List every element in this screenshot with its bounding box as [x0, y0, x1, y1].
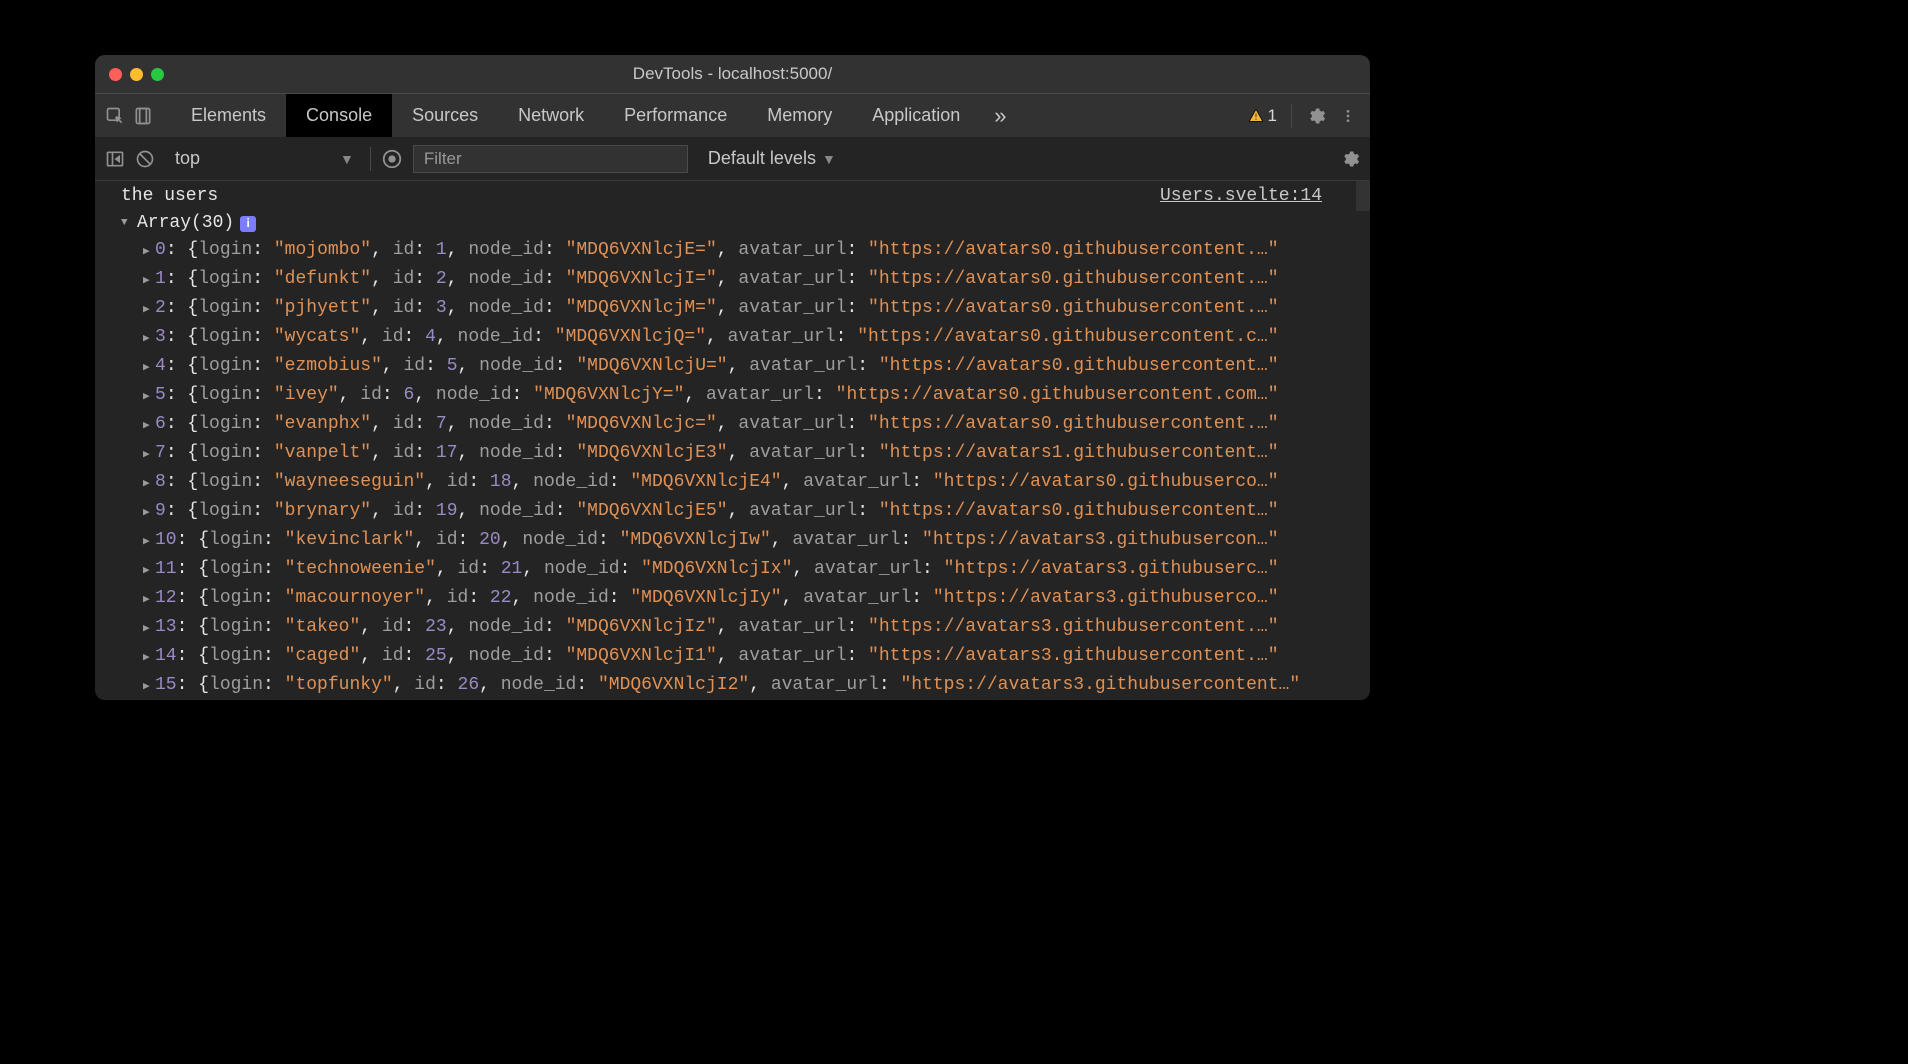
- array-row[interactable]: ▶3: {login: "wycats", id: 4, node_id: "M…: [143, 324, 1370, 353]
- warning-icon: [1248, 108, 1264, 124]
- log-levels-select[interactable]: Default levels ▼: [698, 148, 836, 169]
- divider: [370, 147, 371, 171]
- disclosure-triangle-icon[interactable]: ▶: [143, 471, 153, 498]
- disclosure-triangle-icon[interactable]: ▶: [143, 529, 153, 556]
- disclosure-triangle-icon[interactable]: ▶: [143, 297, 153, 324]
- tab-performance[interactable]: Performance: [604, 94, 747, 137]
- warnings-badge[interactable]: 1: [1248, 106, 1277, 126]
- context-select[interactable]: top ▼: [165, 148, 360, 169]
- tab-network[interactable]: Network: [498, 94, 604, 137]
- disclosure-triangle-icon[interactable]: ▶: [143, 355, 153, 382]
- disclosure-triangle-icon[interactable]: ▶: [143, 674, 153, 700]
- tab-application[interactable]: Application: [852, 94, 980, 137]
- console-settings-icon[interactable]: [1340, 149, 1370, 169]
- filter-input[interactable]: [413, 145, 688, 173]
- settings-icon[interactable]: [1306, 106, 1326, 126]
- array-row[interactable]: ▶2: {login: "pjhyett", id: 3, node_id: "…: [143, 295, 1370, 324]
- window-title: DevTools - localhost:5000/: [95, 64, 1370, 84]
- levels-label: Default levels: [708, 148, 816, 169]
- array-row[interactable]: ▶6: {login: "evanphx", id: 7, node_id: "…: [143, 411, 1370, 440]
- disclosure-triangle-icon[interactable]: ▼: [121, 210, 131, 237]
- tab-sources[interactable]: Sources: [392, 94, 498, 137]
- titlebar: DevTools - localhost:5000/: [95, 55, 1370, 93]
- tab-memory[interactable]: Memory: [747, 94, 852, 137]
- warnings-count: 1: [1268, 106, 1277, 126]
- disclosure-triangle-icon[interactable]: ▶: [143, 500, 153, 527]
- array-label: Array(30): [137, 210, 234, 237]
- window-controls: [109, 68, 164, 81]
- tab-console[interactable]: Console: [286, 94, 392, 137]
- array-row[interactable]: ▶1: {login: "defunkt", id: 2, node_id: "…: [143, 266, 1370, 295]
- devtools-window: DevTools - localhost:5000/ Elements Cons…: [95, 55, 1370, 700]
- main-tabs-row: Elements Console Sources Network Perform…: [95, 93, 1370, 137]
- device-toolbar-icon[interactable]: [133, 106, 153, 126]
- disclosure-triangle-icon[interactable]: ▶: [143, 413, 153, 440]
- scrollbar[interactable]: [1356, 181, 1370, 211]
- disclosure-triangle-icon[interactable]: ▶: [143, 384, 153, 411]
- array-row[interactable]: ▶0: {login: "mojombo", id: 1, node_id: "…: [143, 237, 1370, 266]
- info-icon[interactable]: i: [240, 216, 256, 232]
- console-output: the users Users.svelte:14 ▼ Array(30) i …: [95, 181, 1370, 700]
- tab-elements[interactable]: Elements: [171, 94, 286, 137]
- inspect-element-icon[interactable]: [105, 106, 125, 126]
- array-items: ▶0: {login: "mojombo", id: 1, node_id: "…: [95, 237, 1370, 700]
- array-row[interactable]: ▶4: {login: "ezmobius", id: 5, node_id: …: [143, 353, 1370, 382]
- disclosure-triangle-icon[interactable]: ▶: [143, 268, 153, 295]
- minimize-icon[interactable]: [130, 68, 143, 81]
- disclosure-triangle-icon[interactable]: ▶: [143, 326, 153, 353]
- more-tabs-icon[interactable]: »: [980, 103, 1020, 129]
- array-row[interactable]: ▶5: {login: "ivey", id: 6, node_id: "MDQ…: [143, 382, 1370, 411]
- clear-console-icon[interactable]: [135, 149, 155, 169]
- disclosure-triangle-icon[interactable]: ▶: [143, 558, 153, 585]
- array-row[interactable]: ▶12: {login: "macournoyer", id: 22, node…: [143, 585, 1370, 614]
- console-filter-row: top ▼ Default levels ▼: [95, 137, 1370, 181]
- array-row[interactable]: ▶10: {login: "kevinclark", id: 20, node_…: [143, 527, 1370, 556]
- array-row[interactable]: ▶9: {login: "brynary", id: 19, node_id: …: [143, 498, 1370, 527]
- context-label: top: [175, 148, 200, 169]
- array-row[interactable]: ▶14: {login: "caged", id: 25, node_id: "…: [143, 643, 1370, 672]
- source-link[interactable]: Users.svelte:14: [1160, 183, 1322, 210]
- chevron-down-icon: ▼: [822, 151, 836, 167]
- disclosure-triangle-icon[interactable]: ▶: [143, 616, 153, 643]
- array-row[interactable]: ▶13: {login: "takeo", id: 23, node_id: "…: [143, 614, 1370, 643]
- disclosure-triangle-icon[interactable]: ▶: [143, 587, 153, 614]
- disclosure-triangle-icon[interactable]: ▶: [143, 239, 153, 266]
- chevron-down-icon: ▼: [340, 151, 354, 167]
- array-row[interactable]: ▶11: {login: "technoweenie", id: 21, nod…: [143, 556, 1370, 585]
- array-row[interactable]: ▶15: {login: "topfunky", id: 26, node_id…: [143, 672, 1370, 700]
- zoom-icon[interactable]: [151, 68, 164, 81]
- kebab-menu-icon[interactable]: [1340, 106, 1356, 126]
- divider: [1291, 104, 1292, 128]
- live-expression-icon[interactable]: [381, 148, 403, 170]
- tabs-list: Elements Console Sources Network Perform…: [171, 94, 980, 137]
- close-icon[interactable]: [109, 68, 122, 81]
- array-header[interactable]: ▼ Array(30) i: [95, 210, 1370, 237]
- disclosure-triangle-icon[interactable]: ▶: [143, 645, 153, 672]
- array-row[interactable]: ▶8: {login: "wayneeseguin", id: 18, node…: [143, 469, 1370, 498]
- disclosure-triangle-icon[interactable]: ▶: [143, 442, 153, 469]
- array-row[interactable]: ▶7: {login: "vanpelt", id: 17, node_id: …: [143, 440, 1370, 469]
- sidebar-toggle-icon[interactable]: [105, 149, 125, 169]
- log-message-label: the users: [121, 183, 218, 210]
